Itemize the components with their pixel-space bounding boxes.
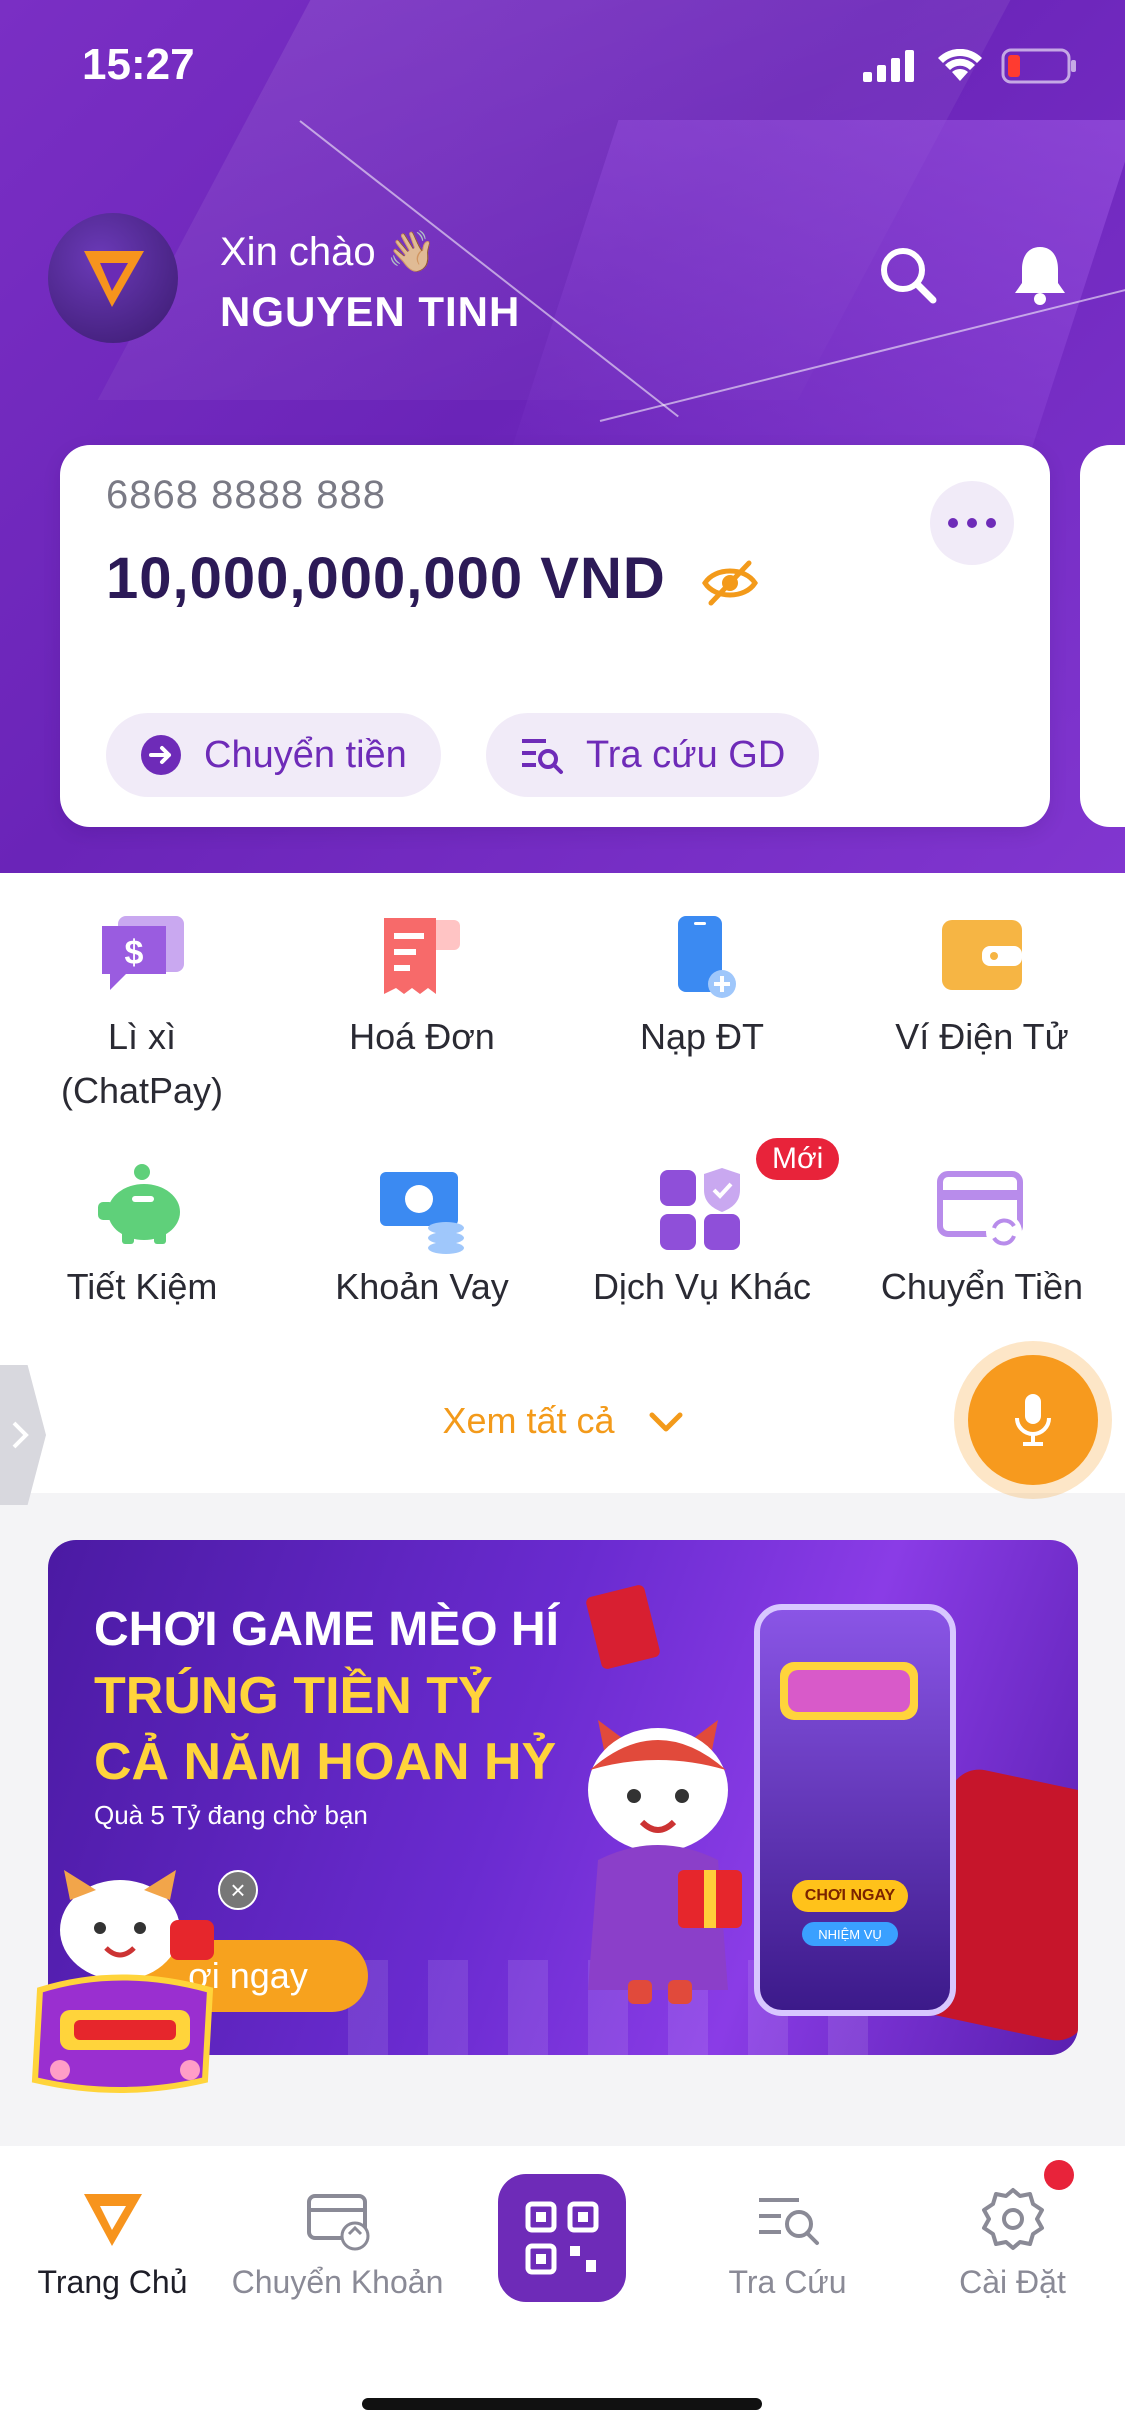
meo-hi-mascot-icon[interactable] xyxy=(20,1870,230,2100)
banner-line3: CẢ NĂM HOAN HỶ xyxy=(94,1733,557,1791)
nav-home[interactable]: Trang Chủ xyxy=(0,2186,225,2301)
hide-balance-icon[interactable] xyxy=(701,559,759,607)
service-loan[interactable]: Khoản Vay xyxy=(282,1162,562,1314)
transaction-lookup-button[interactable]: Tra cứu GD xyxy=(486,713,820,797)
qr-code-icon xyxy=(525,2201,599,2275)
service-label: Nạp ĐT xyxy=(639,1016,765,1057)
brand-logo-icon xyxy=(84,251,144,307)
service-label: Chuyển Tiền xyxy=(880,1266,1084,1307)
new-badge: Mới xyxy=(756,1138,840,1180)
search-icon xyxy=(881,248,937,304)
bell-icon xyxy=(1015,247,1065,305)
transfer-icon xyxy=(305,2186,371,2252)
nav-label: Trang Chủ xyxy=(37,2264,188,2300)
service-bill[interactable]: Hoá Đơn xyxy=(282,912,562,1064)
signal-icon xyxy=(863,50,914,82)
close-mascot-button[interactable]: × xyxy=(218,1870,258,1910)
account-card: 6868 8888 888 10,000,000,000 VND Chuyển … xyxy=(60,445,1050,827)
phone-mockup: CHƠI NGAY NHIỆM VỤ xyxy=(754,1604,956,2016)
card-transfer-icon xyxy=(936,1162,1028,1254)
chat-money-icon: $ xyxy=(96,912,188,1004)
service-label-line2: (ChatPay) xyxy=(60,1070,224,1111)
balance-row: 10,000,000,000 VND xyxy=(106,545,759,612)
arrow-right-circle-icon xyxy=(141,735,181,775)
status-icons xyxy=(863,48,1077,84)
header-background: 15:27 Xin chào 👋🏼 NGUYEN TINH 6868 8888 … xyxy=(0,0,1125,873)
home-logo-icon xyxy=(80,2186,146,2252)
nav-label: Cài Đặt xyxy=(959,2264,1066,2300)
loan-cash-icon xyxy=(376,1162,468,1254)
service-label: Dịch Vụ Khác xyxy=(592,1266,812,1307)
service-ewallet[interactable]: Ví Điện Tử xyxy=(842,912,1122,1064)
nav-settings[interactable]: Cài Đặt xyxy=(900,2186,1125,2301)
service-label: Tiết Kiệm xyxy=(66,1266,218,1307)
transfer-money-label: Chuyển tiền xyxy=(204,733,407,776)
notification-button[interactable] xyxy=(1005,240,1075,310)
see-all-link[interactable]: Xem tất cả xyxy=(0,1400,1125,1442)
balance-amount: 10,000,000,000 VND xyxy=(106,546,666,611)
avatar[interactable] xyxy=(48,213,178,343)
settings-notification-dot xyxy=(1044,2160,1074,2190)
banner-line1: CHƠI GAME MÈO HÍ xyxy=(94,1603,559,1656)
service-label: Hoá Đơn xyxy=(349,1016,495,1057)
voice-assistant-button[interactable] xyxy=(968,1355,1098,1485)
account-number: 6868 8888 888 xyxy=(106,473,386,517)
bottom-navigation: Trang Chủ Chuyển Khoản Tra Cứu Cài Đặt xyxy=(0,2146,1125,2436)
gear-icon xyxy=(980,2186,1046,2252)
nav-lookup[interactable]: Tra Cứu xyxy=(675,2186,900,2301)
nav-label: Tra Cứu xyxy=(728,2264,847,2300)
service-other[interactable]: Dịch Vụ Khác xyxy=(562,1162,842,1314)
service-label: Ví Điện Tử xyxy=(895,1016,1069,1057)
list-search-icon xyxy=(522,739,563,774)
phone-play-button: CHƠI NGAY xyxy=(792,1880,908,1912)
home-indicator[interactable] xyxy=(362,2398,762,2410)
red-envelope-icon xyxy=(584,1583,662,1671)
cat-mascot-icon xyxy=(588,1720,742,2004)
wifi-icon xyxy=(938,49,982,81)
service-label: Lì xì xyxy=(107,1016,177,1057)
svg-text:$: $ xyxy=(125,934,144,972)
greeting-text: Xin chào 👋🏼 xyxy=(220,230,437,274)
wallet-icon xyxy=(936,912,1028,1004)
status-time: 15:27 xyxy=(82,40,195,89)
service-lixi[interactable]: $ Lì xì (ChatPay) xyxy=(2,912,282,1118)
lookup-icon xyxy=(755,2186,821,2252)
banner-subtitle: Quà 5 Tỷ đang chờ bạn xyxy=(94,1800,368,1830)
bill-icon xyxy=(376,912,468,1004)
search-button[interactable] xyxy=(873,240,943,310)
chevron-down-icon xyxy=(649,1412,683,1432)
phone-task-button: NHIỆM VỤ xyxy=(802,1922,898,1946)
close-icon: × xyxy=(230,1874,246,1905)
service-transfer[interactable]: Chuyển Tiền xyxy=(842,1162,1122,1314)
next-card-peek[interactable] xyxy=(1080,445,1125,827)
microphone-icon xyxy=(1015,1394,1051,1446)
other-services-icon xyxy=(656,1162,748,1254)
game-logo-icon xyxy=(780,1662,918,1720)
nav-label: Chuyển Khoản xyxy=(231,2264,444,2300)
more-dots-icon xyxy=(948,518,996,528)
nav-qr-button[interactable] xyxy=(498,2174,626,2302)
banner-line2: TRÚNG TIỀN TỶ xyxy=(94,1667,493,1725)
service-topup[interactable]: Nạp ĐT xyxy=(562,912,842,1064)
piggy-bank-icon xyxy=(96,1162,188,1254)
transfer-money-button[interactable]: Chuyển tiền xyxy=(106,713,441,797)
phone-topup-icon xyxy=(656,912,748,1004)
nav-transfer[interactable]: Chuyển Khoản xyxy=(225,2186,450,2301)
more-options-button[interactable] xyxy=(930,481,1014,565)
see-all-label: Xem tất cả xyxy=(442,1400,615,1441)
transaction-lookup-label: Tra cứu GD xyxy=(586,733,786,776)
service-label: Khoản Vay xyxy=(335,1266,509,1307)
battery-icon xyxy=(1001,48,1076,84)
service-savings[interactable]: Tiết Kiệm xyxy=(2,1162,282,1314)
username: NGUYEN TINH xyxy=(220,288,521,335)
